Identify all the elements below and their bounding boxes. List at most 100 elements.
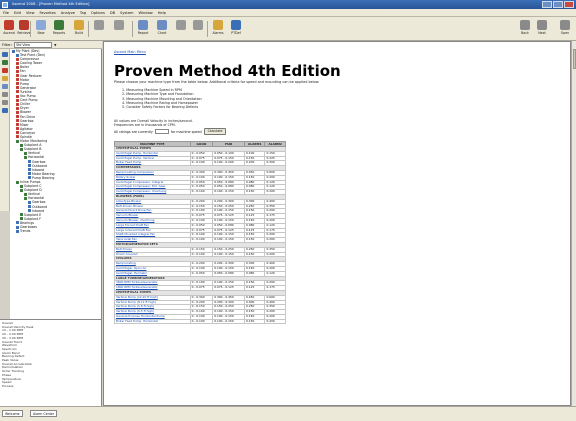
- tree-node-icon: [16, 225, 19, 229]
- window-title: Ascend 2008 - [Proven Method 4th Edition…: [12, 2, 90, 6]
- machine-type-link[interactable]: Boiler Feed Pump, Horizontal: [114, 318, 191, 325]
- chart-button[interactable]: Chart: [155, 20, 169, 40]
- tree-node-icon: [16, 86, 19, 90]
- table-header-row: MACHINE TYPE GOOD FAIR ALARM1 ALARM2: [114, 141, 286, 147]
- menu-item-analyze[interactable]: Analyze: [61, 11, 75, 15]
- new-doc-button[interactable]: New: [34, 20, 48, 40]
- next-icon: [537, 20, 547, 30]
- minimize-icon[interactable]: [542, 1, 552, 8]
- filter-select[interactable]: Std View: [14, 41, 53, 48]
- tree-node[interactable]: Trends: [10, 229, 101, 233]
- report-icon[interactable]: [1, 76, 8, 81]
- scroll-thumb[interactable]: [572, 49, 576, 69]
- tree-node-icon: [16, 127, 19, 131]
- status-tab[interactable]: Alarm Center: [30, 410, 58, 417]
- tree-node-icon: [20, 184, 23, 188]
- tree-node-icon: [16, 131, 19, 135]
- speed-input[interactable]: [154, 129, 169, 134]
- back-label: Back: [521, 31, 529, 35]
- ptdef-icon: [231, 20, 241, 30]
- gear-button[interactable]: [112, 20, 126, 40]
- menu-item-tag[interactable]: Tag: [80, 11, 86, 15]
- notes-text: All values are Overall Velocity in inche…: [114, 119, 534, 128]
- menu-item-file[interactable]: File: [3, 11, 9, 15]
- chart-icon[interactable]: [1, 84, 8, 89]
- tree-node-icon: [28, 172, 31, 176]
- menu-bar: File Edit View Favorites Analyze Tag Options DB…: [0, 9, 576, 17]
- open-icon: [560, 20, 570, 30]
- criteria-item: 5. Consider Safety Factors for Bearing D…: [122, 105, 199, 110]
- new-doc-icon: [36, 20, 46, 30]
- table-cell: 0.200: [264, 318, 286, 325]
- tree-node-icon: [24, 155, 27, 159]
- menu-item-options[interactable]: Options: [91, 11, 105, 15]
- ptdef-button[interactable]: PTDef: [229, 20, 243, 40]
- menu-item-help[interactable]: Help: [158, 11, 166, 15]
- plant-tree: My Plant (Dev) Test Plant (Dev) Compressor…: [10, 49, 102, 319]
- measurement-item[interactable]: Process: [2, 384, 101, 389]
- vertical-scrollbar[interactable]: [571, 41, 576, 406]
- document-view: Ascend Main Menu Proven Method 4th Editi…: [103, 41, 571, 406]
- tree-node-icon: [28, 164, 31, 168]
- retrieve-button[interactable]: Retrieve: [17, 20, 31, 40]
- status-tab[interactable]: Welcome: [2, 410, 23, 417]
- grid-button[interactable]: [174, 20, 188, 40]
- calculate-button[interactable]: Calculate: [203, 128, 227, 135]
- calc-suffix: for machine speed: [170, 129, 202, 134]
- tree-node-icon: [16, 82, 19, 86]
- filter-label: Filter:: [2, 42, 13, 47]
- tree-node-icon: [16, 229, 19, 233]
- table-cell: 0.150: [244, 318, 266, 325]
- toolbar-separator: [132, 21, 133, 37]
- ascend-icon: [4, 20, 14, 30]
- main-toolbar: Ascend Retrieve New Reports Build Report Chart…: [0, 17, 576, 41]
- table-row: Boiler Feed Pump, Horizontal 0 - 0.100 0.1…: [114, 318, 286, 325]
- status-bar: Welcome Alarm Center: [0, 406, 576, 421]
- list-button[interactable]: [191, 20, 205, 40]
- report-label: Report: [137, 31, 149, 35]
- tree-node-icon: [20, 213, 23, 217]
- route-icon[interactable]: [1, 92, 8, 97]
- report-button[interactable]: Report: [136, 20, 150, 40]
- menu-item-window[interactable]: Window: [139, 11, 153, 15]
- maximize-icon[interactable]: [553, 1, 563, 8]
- alarm-icon[interactable]: [1, 68, 8, 73]
- table-cell: 0.100 - 0.150: [212, 318, 246, 325]
- note-line: Frequencies are in thousands of CPM.: [114, 123, 176, 128]
- measurement-list: Overall Overall Velocity Peak 1X - 1.00 RP…: [0, 319, 102, 406]
- tree-node-icon: [16, 57, 19, 61]
- breadcrumb-link[interactable]: Ascend Main Menu: [114, 50, 146, 54]
- alarm-button[interactable]: Alarms: [211, 20, 225, 40]
- reports-label: Reports: [52, 31, 66, 35]
- tree-node-icon: [16, 221, 19, 225]
- ascend-button[interactable]: Ascend: [2, 20, 16, 40]
- menu-item-view[interactable]: View: [26, 11, 35, 15]
- window-controls: [542, 1, 574, 8]
- tree-node-icon: [20, 147, 23, 151]
- tree-node-icon: [16, 106, 19, 110]
- plant-icon[interactable]: [1, 60, 8, 65]
- menu-item-system[interactable]: System: [120, 11, 133, 15]
- build-label: Build: [74, 31, 83, 35]
- home-icon[interactable]: [1, 52, 8, 57]
- back-button[interactable]: Back: [518, 20, 532, 40]
- reports-icon: [54, 20, 64, 30]
- tree-node-icon: [28, 209, 31, 213]
- help-icon[interactable]: [1, 108, 8, 113]
- settings-icon[interactable]: [1, 100, 8, 105]
- tree-node-icon: [28, 160, 31, 164]
- reports-button[interactable]: Reports: [52, 20, 66, 40]
- close-icon[interactable]: [564, 1, 574, 8]
- filter-dropdown-icon[interactable]: ▼: [54, 43, 56, 47]
- back-icon: [520, 20, 530, 30]
- next-label: Next: [538, 31, 546, 35]
- menu-item-favorites[interactable]: Favorites: [40, 11, 56, 15]
- next-button[interactable]: Next: [535, 20, 549, 40]
- tool-button[interactable]: [92, 20, 106, 40]
- tree-node-label: Trends: [20, 229, 31, 234]
- build-button[interactable]: Build: [72, 20, 86, 40]
- menu-item-db[interactable]: DB: [110, 11, 115, 15]
- open-button[interactable]: Open: [558, 20, 572, 40]
- menu-item-edit[interactable]: Edit: [14, 11, 21, 15]
- nav-icon-strip: [0, 49, 10, 211]
